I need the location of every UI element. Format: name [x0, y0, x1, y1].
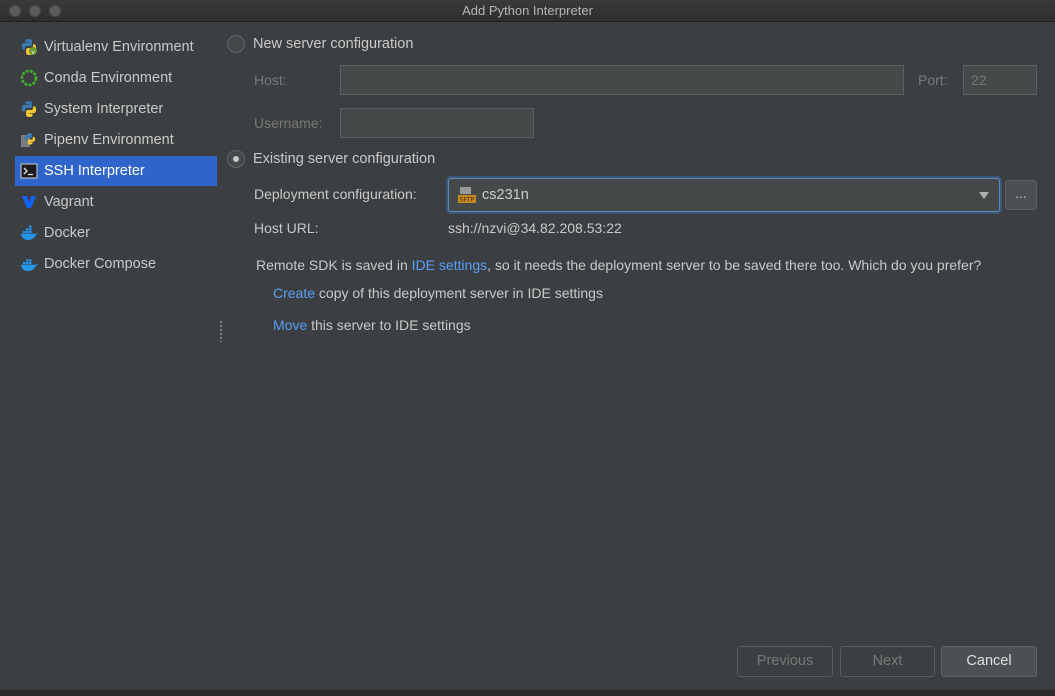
previous-button[interactable]: Previous [737, 646, 833, 677]
username-input[interactable] [340, 108, 534, 138]
sidebar-item-virtualenv[interactable]: v Virtualenv Environment [15, 32, 217, 62]
window-title: Add Python Interpreter [462, 3, 593, 18]
sidebar-item-label: System Interpreter [44, 101, 164, 117]
host-url-label: Host URL: [254, 220, 319, 236]
move-option: Move this server to IDE settings [273, 317, 471, 333]
move-link[interactable]: Move [273, 317, 307, 333]
move-option-text: this server to IDE settings [307, 317, 471, 333]
python-icon [19, 99, 39, 119]
window-titlebar: Add Python Interpreter [0, 0, 1055, 22]
next-button[interactable]: Next [840, 646, 935, 677]
docker-icon [19, 223, 39, 243]
pipenv-icon [19, 130, 39, 150]
conda-icon [19, 68, 39, 88]
sidebar-item-pipenv[interactable]: Pipenv Environment [15, 125, 217, 155]
sidebar-item-ssh-interpreter[interactable]: SSH Interpreter [15, 156, 217, 186]
sidebar-item-label: Docker [44, 225, 90, 241]
create-link[interactable]: Create [273, 285, 315, 301]
notice-prefix: Remote SDK is saved in [256, 257, 412, 273]
sidebar-item-docker[interactable]: Docker [15, 218, 217, 248]
deployment-configuration-value: cs231n [482, 187, 529, 203]
close-window-icon[interactable] [9, 5, 21, 17]
create-option-text: copy of this deployment server in IDE se… [315, 285, 603, 301]
port-input[interactable]: 22 [963, 65, 1037, 95]
svg-text:v: v [31, 49, 35, 56]
window-bottom-edge [0, 690, 1055, 696]
existing-server-label: Existing server configuration [253, 151, 436, 167]
new-server-label: New server configuration [253, 36, 414, 52]
interpreter-type-sidebar: v Virtualenv Environment Conda Environme… [0, 22, 220, 696]
sidebar-item-label: Virtualenv Environment [44, 39, 194, 55]
remote-sdk-notice: Remote SDK is saved in IDE settings, so … [256, 257, 981, 273]
port-label: Port: [918, 72, 948, 88]
host-input[interactable] [340, 65, 904, 95]
cancel-button[interactable]: Cancel [941, 646, 1037, 677]
browse-deployment-button[interactable]: ... [1005, 180, 1037, 210]
sidebar-item-label: SSH Interpreter [44, 163, 145, 179]
sidebar-item-label: Conda Environment [44, 70, 173, 86]
existing-server-radio[interactable] [227, 150, 245, 168]
username-label: Username: [254, 115, 323, 131]
minimize-window-icon[interactable] [29, 5, 41, 17]
sftp-icon: SFTP [457, 186, 477, 204]
zoom-window-icon[interactable] [49, 5, 61, 17]
vagrant-icon [19, 192, 39, 212]
notice-suffix: , so it needs the deployment server to b… [487, 257, 982, 273]
virtualenv-icon: v [19, 37, 39, 57]
sidebar-item-docker-compose[interactable]: Docker Compose [15, 249, 217, 279]
deployment-configuration-select[interactable]: SFTP cs231n [448, 178, 1000, 212]
chevron-down-icon [979, 192, 989, 199]
create-option: Create copy of this deployment server in… [273, 285, 603, 301]
sidebar-splitter-handle[interactable] [219, 320, 223, 342]
host-label: Host: [254, 72, 287, 88]
docker-compose-icon [19, 254, 39, 274]
host-url-value: ssh://nzvi@34.82.208.53:22 [448, 220, 622, 236]
new-server-radio[interactable] [227, 35, 245, 53]
ssh-terminal-icon [19, 161, 39, 181]
sidebar-item-conda[interactable]: Conda Environment [15, 63, 217, 93]
sidebar-item-label: Pipenv Environment [44, 132, 174, 148]
ide-settings-link[interactable]: IDE settings [412, 257, 487, 273]
sidebar-item-system-interpreter[interactable]: System Interpreter [15, 94, 217, 124]
sidebar-item-label: Vagrant [44, 194, 94, 210]
deployment-configuration-label: Deployment configuration: [254, 186, 417, 202]
sidebar-item-label: Docker Compose [44, 256, 157, 272]
sidebar-item-vagrant[interactable]: Vagrant [15, 187, 217, 217]
svg-text:SFTP: SFTP [460, 197, 475, 204]
